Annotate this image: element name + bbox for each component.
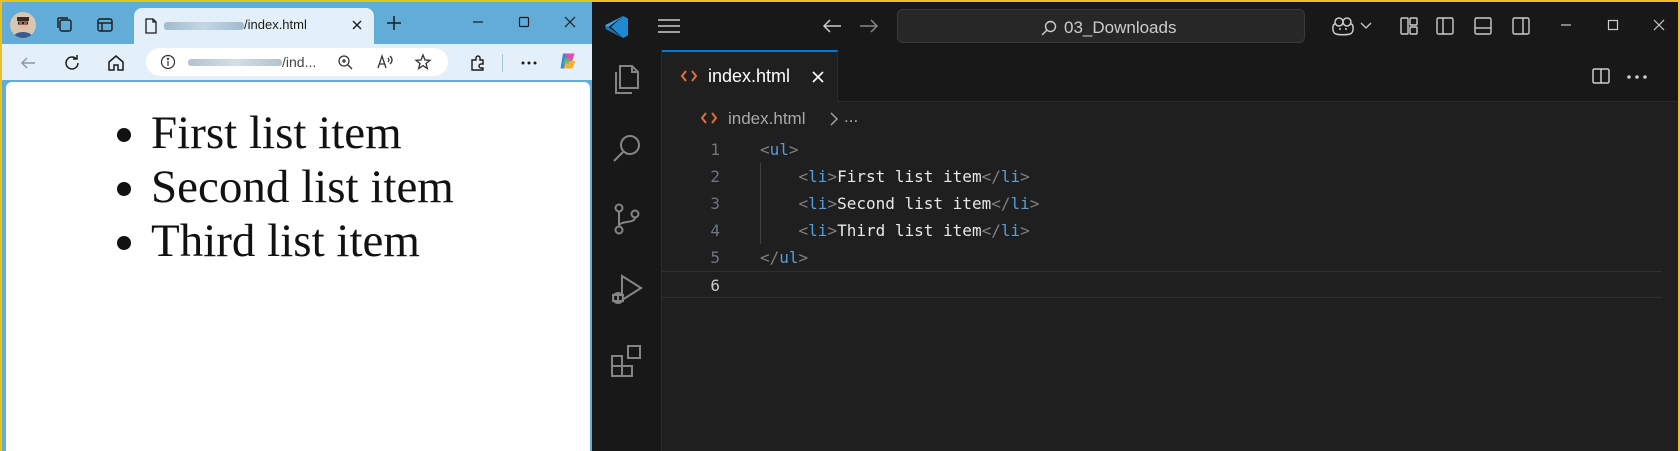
split-editor-icon[interactable]: [1591, 66, 1611, 86]
more-icon[interactable]: [519, 53, 539, 73]
extensions-icon[interactable]: [608, 342, 646, 380]
blurred-path: [164, 22, 244, 30]
browser-window: /index.html /ind... • First list item • …: [2, 2, 592, 451]
activity-bar: [592, 50, 662, 451]
address-bar[interactable]: /ind...: [146, 48, 448, 76]
minimize-icon[interactable]: [1559, 18, 1573, 32]
tab-title: /index.html: [244, 17, 307, 32]
line-number: 5: [710, 248, 720, 267]
blurred-url: [188, 59, 282, 66]
code-line[interactable]: 3 <li>Second list item</li>: [662, 190, 1662, 217]
more-actions-icon[interactable]: [1626, 74, 1648, 80]
close-window-icon[interactable]: [1652, 18, 1666, 32]
code-text: <li>First list item</li>: [798, 167, 1030, 186]
maximize-icon[interactable]: [516, 14, 532, 30]
vscode-window: 03_Downloads index.html index.html ... 1…: [592, 2, 1678, 451]
code-text: <li>Third list item</li>: [798, 221, 1030, 240]
back-icon[interactable]: [18, 53, 38, 73]
code-line[interactable]: 2 <li>First list item</li>: [662, 163, 1662, 190]
breadcrumb-more[interactable]: ...: [844, 107, 858, 127]
favorite-star-icon[interactable]: [414, 53, 432, 71]
code-line[interactable]: 6: [662, 271, 1662, 298]
editor-tab-index-html[interactable]: index.html: [662, 50, 838, 102]
close-window-icon[interactable]: [562, 14, 578, 30]
tab-filename: index.html: [708, 66, 791, 86]
close-icon[interactable]: [350, 18, 364, 32]
copilot-icon[interactable]: [1330, 14, 1356, 38]
copilot-icon[interactable]: [558, 51, 578, 71]
search-text: 03_Downloads: [1064, 18, 1177, 37]
code-text: </ul>: [760, 248, 809, 267]
avatar[interactable]: [10, 12, 36, 38]
maximize-icon[interactable]: [1606, 18, 1620, 32]
code-line[interactable]: 1 <ul>: [662, 136, 1662, 163]
list-item: Third list item: [151, 214, 454, 268]
code-text: <ul>: [760, 140, 799, 159]
refresh-icon[interactable]: [62, 53, 82, 73]
chevron-down-icon[interactable]: [1360, 22, 1372, 30]
run-debug-icon[interactable]: [608, 270, 646, 308]
extensions-icon[interactable]: [468, 53, 488, 73]
browser-tab-bar: /index.html: [2, 2, 592, 44]
toggle-secondary-sidebar-icon[interactable]: [1511, 16, 1531, 36]
list-item: First list item: [151, 106, 454, 160]
toggle-primary-sidebar-icon[interactable]: [1435, 16, 1455, 36]
info-icon[interactable]: [160, 54, 176, 70]
rendered-list: First list item Second list item Third l…: [101, 106, 454, 268]
address-url: /ind...: [282, 54, 317, 70]
plus-icon[interactable]: [386, 15, 402, 31]
zoom-icon[interactable]: [336, 53, 354, 71]
line-number: 1: [710, 140, 720, 159]
hamburger-menu-icon[interactable]: [657, 16, 681, 36]
code-line[interactable]: 4 <li>Third list item</li>: [662, 217, 1662, 244]
browser-viewport: First list item Second list item Third l…: [6, 82, 590, 451]
arrow-left-icon[interactable]: [821, 16, 843, 36]
editor-tab-bar: index.html: [662, 50, 1678, 102]
breadcrumb-file[interactable]: index.html: [728, 109, 805, 129]
browser-toolbar: /ind...: [2, 44, 592, 80]
search-view-icon[interactable]: [608, 130, 646, 168]
minimize-icon[interactable]: [470, 14, 486, 30]
read-aloud-icon[interactable]: [376, 53, 394, 71]
toggle-panel-icon[interactable]: [1473, 16, 1493, 36]
tab-actions-icon[interactable]: [94, 14, 116, 36]
browser-tab-active[interactable]: /index.html: [134, 8, 374, 44]
vscode-logo-icon: [605, 16, 628, 38]
line-number: 2: [710, 167, 720, 186]
command-center-search[interactable]: 03_Downloads: [897, 9, 1305, 43]
toolbar-separator: [502, 54, 503, 72]
source-control-icon[interactable]: [608, 200, 646, 238]
layout-icon[interactable]: [1399, 16, 1419, 36]
close-icon[interactable]: [810, 69, 826, 85]
list-item: Second list item: [151, 160, 454, 214]
html-file-icon: [700, 112, 718, 124]
code-text: <li>Second list item</li>: [798, 194, 1040, 213]
explorer-icon[interactable]: [608, 60, 646, 98]
line-number: 3: [710, 194, 720, 213]
chevron-right-icon: [830, 112, 838, 126]
line-number: 4: [710, 221, 720, 240]
html-file-icon: [680, 70, 698, 82]
breadcrumb: index.html ...: [662, 102, 1678, 136]
vscode-title-bar: 03_Downloads: [592, 2, 1678, 50]
search-icon: [1041, 20, 1057, 36]
workspaces-icon[interactable]: [54, 14, 76, 36]
home-icon[interactable]: [106, 53, 126, 73]
document-icon: [145, 18, 157, 34]
code-line[interactable]: 5 </ul>: [662, 244, 1662, 271]
line-number: 6: [710, 276, 720, 295]
arrow-right-icon[interactable]: [858, 16, 880, 36]
code-editor[interactable]: 1 <ul> 2 <li>First list item</li> 3 <li>Sec…: [662, 136, 1678, 451]
